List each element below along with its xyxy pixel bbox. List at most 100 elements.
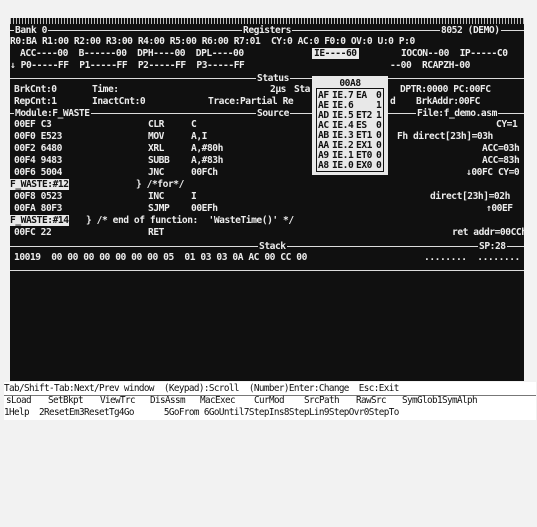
- source-annotation: Fh direct[23h]=03h: [397, 131, 493, 142]
- ie-bits-popup[interactable]: 00A8 AF IE.7 EA 0 AE IE.6 1 AD IE.5 ET2 1 AC IE.4…: [312, 76, 388, 175]
- source-line[interactable]: 00F6 5004 JNC 00FCh ↓00FC CY=0: [10, 167, 524, 178]
- source-line[interactable]: 00F2 6480 XRL A,#80h ACC=03h: [10, 143, 524, 154]
- source-operand: I: [191, 191, 197, 202]
- source-address: 00EF C3: [14, 119, 52, 130]
- popup-bit-row[interactable]: A8 IE.0 EX0 0: [316, 160, 382, 171]
- stack-contents-row[interactable]: 10019 00 00 00 00 00 00 00 05 01 03 03 0…: [10, 252, 524, 263]
- source-mnemonic: RET: [148, 227, 164, 238]
- source-line[interactable]: F_WASTE:#12 } /*for*/: [10, 179, 524, 190]
- fkey-view-trace[interactable]: ViewTrc: [100, 395, 136, 407]
- bit-value: 0: [376, 160, 382, 171]
- stack-title-row: Stack SP:28: [10, 241, 524, 252]
- state-label: Sta: [294, 84, 310, 95]
- source-annotation: ACC=03h: [482, 143, 520, 154]
- fkey-disassemble[interactable]: DisAssm: [150, 395, 186, 407]
- source-address: 00F0 E523: [14, 131, 62, 142]
- source-statement: } /* end of function: 'WasteTime()' */: [86, 215, 294, 226]
- source-mnemonic: SUBB: [148, 155, 170, 166]
- source-mnemonic: INC: [148, 191, 164, 202]
- source-address: 00FC 22: [14, 227, 52, 238]
- ie-label: IE: [314, 48, 325, 59]
- file-title: File:f_demo.asm: [416, 108, 498, 119]
- cpu-model-label: 8052 (DEMO): [440, 25, 501, 36]
- source-line-label: F_WASTE:#14: [10, 215, 69, 226]
- fkey-load[interactable]: sLoad: [6, 395, 32, 407]
- source-mnemonic: JNC: [148, 167, 164, 178]
- fkey-macro-exec[interactable]: MacExec: [200, 395, 236, 407]
- source-address: 00F4 9483: [14, 155, 62, 166]
- inactive-count: InactCnt:0: [92, 96, 146, 107]
- source-operand: 00EFh: [191, 203, 218, 214]
- source-statement: } /*for*/: [136, 179, 184, 190]
- registers-title-row: Bank 0 Registers 8052 (DEMO): [10, 25, 524, 36]
- source-annotation: ret addr=00CCh: [452, 227, 524, 238]
- source-annotation: ↓00FC CY=0: [466, 167, 520, 178]
- source-operand: C: [191, 119, 197, 130]
- source-address: 00F2 6480: [14, 143, 62, 154]
- source-address: 00FA 80F3: [14, 203, 62, 214]
- stack-bytes: 10019 00 00 00 00 00 00 00 05 01 03 03 0…: [14, 252, 307, 263]
- source-line[interactable]: F_WASTE:#14 } /* end of function: 'Waste…: [10, 215, 524, 226]
- break-address: BrkAddr:00FC: [416, 96, 480, 107]
- break-count: BrkCnt:0: [14, 84, 57, 95]
- source-operand: A,I: [191, 131, 207, 142]
- fkey-source-path[interactable]: SrcPath: [304, 395, 340, 407]
- debugger-screen: Bank 0 Registers 8052 (DEMO) R0:BA R1:00…: [10, 18, 524, 381]
- ie-register-field[interactable]: IE----60: [312, 48, 359, 59]
- source-address: 00F8 0523: [14, 191, 62, 202]
- bit-address: A8: [318, 160, 329, 171]
- screen-top-texture: [10, 18, 524, 24]
- stack-pointer: SP:28: [478, 241, 507, 252]
- registers-window-title[interactable]: Registers: [242, 25, 292, 36]
- source-annotation: ACC=83h: [482, 155, 520, 166]
- status-title-row: Status: [10, 73, 524, 84]
- source-mnemonic: MOV: [148, 131, 164, 142]
- bit-name: IE.0: [332, 160, 354, 171]
- stack-ascii: ........ ........: [424, 252, 520, 263]
- register-rcap2h[interactable]: --00 RCAPZH-00: [390, 60, 470, 71]
- trace-mode-tail: d: [390, 96, 396, 107]
- fkey-current-module[interactable]: CurMod: [254, 395, 285, 407]
- trace-mode: Trace:Partial Re: [208, 96, 294, 107]
- source-line[interactable]: 00EF C3 CLR C: [10, 119, 524, 130]
- bank-label: Bank 0: [14, 25, 48, 36]
- fkey-raw-source[interactable]: RawSrc: [356, 395, 387, 407]
- status-line-2: RepCnt:1 InactCnt:0 Trace:Partial Re d B…: [10, 96, 524, 107]
- time-units: 2μs: [270, 84, 286, 95]
- fkey-symbol-order[interactable]: SymGlob1SymAlph: [402, 395, 478, 407]
- status-window-title[interactable]: Status: [256, 73, 290, 84]
- source-operand: 00FCh: [191, 167, 218, 178]
- source-title-row: Module:F_WASTE Source File:f_demo.asm: [10, 108, 524, 119]
- ie-value: 60: [345, 48, 357, 59]
- time-label: Time:: [92, 84, 119, 95]
- source-window-title[interactable]: Source: [256, 108, 290, 119]
- source-annotation: direct[23h]=02h: [430, 191, 510, 202]
- source-address: 00F6 5004: [14, 167, 62, 178]
- source-mnemonic: SJMP: [148, 203, 170, 214]
- register-iocon-ip[interactable]: IOCON--00 IP-----C0: [401, 48, 508, 59]
- source-line[interactable]: 00F8 0523 INC I direct[23h]=02h: [10, 191, 524, 202]
- source-line[interactable]: 00F0 E523 MOV A,I Fh direct[23h]=03h: [10, 131, 524, 142]
- dptr-pc: DPTR:0000 PC:00FC: [400, 84, 491, 95]
- fkey-set-breakpoint[interactable]: SetBkpt: [48, 395, 84, 407]
- bit-function: EX0: [356, 160, 372, 171]
- source-operand: A,#80h: [191, 143, 223, 154]
- stack-bottom-border: [10, 270, 524, 271]
- source-line[interactable]: 00F4 9483 SUBB A,#83h ACC=83h: [10, 155, 524, 166]
- source-line[interactable]: 00FA 80F3 SJMP 00EFh ↑00EF: [10, 203, 524, 214]
- source-mnemonic: CLR: [148, 119, 164, 130]
- source-mnemonic: XRL: [148, 143, 164, 154]
- source-annotation: ↑00EF: [486, 203, 513, 214]
- function-keys-row-2[interactable]: 1Help 2ResetEm3ResetTg4Go 5GoFrom 6GoUnt…: [4, 407, 536, 419]
- register-row-0[interactable]: R0:BA R1:00 R2:00 R3:00 R4:00 R5:00 R6:0…: [10, 36, 524, 47]
- repeat-count: RepCnt:1: [14, 96, 57, 107]
- function-keys-row-1: sLoad SetBkpt ViewTrc DisAssm MacExec Cu…: [4, 395, 536, 407]
- stack-window-title[interactable]: Stack: [258, 241, 287, 252]
- register-rcap-row[interactable]: --00 RCAPZH-00: [10, 60, 524, 71]
- source-operand: A,#83h: [191, 155, 223, 166]
- help-bar: Tab/Shift-Tab:Next/Prev window (Keypad):…: [4, 382, 536, 420]
- source-line-label: F_WASTE:#12: [10, 179, 69, 190]
- register-ie-row[interactable]: IE----60 IOCON--00 IP-----C0: [10, 48, 524, 59]
- source-line[interactable]: 00FC 22 RET ret addr=00CCh: [10, 227, 524, 238]
- status-line-1: BrkCnt:0 Time: 2μs Sta DPTR:0000 PC:00FC: [10, 84, 524, 95]
